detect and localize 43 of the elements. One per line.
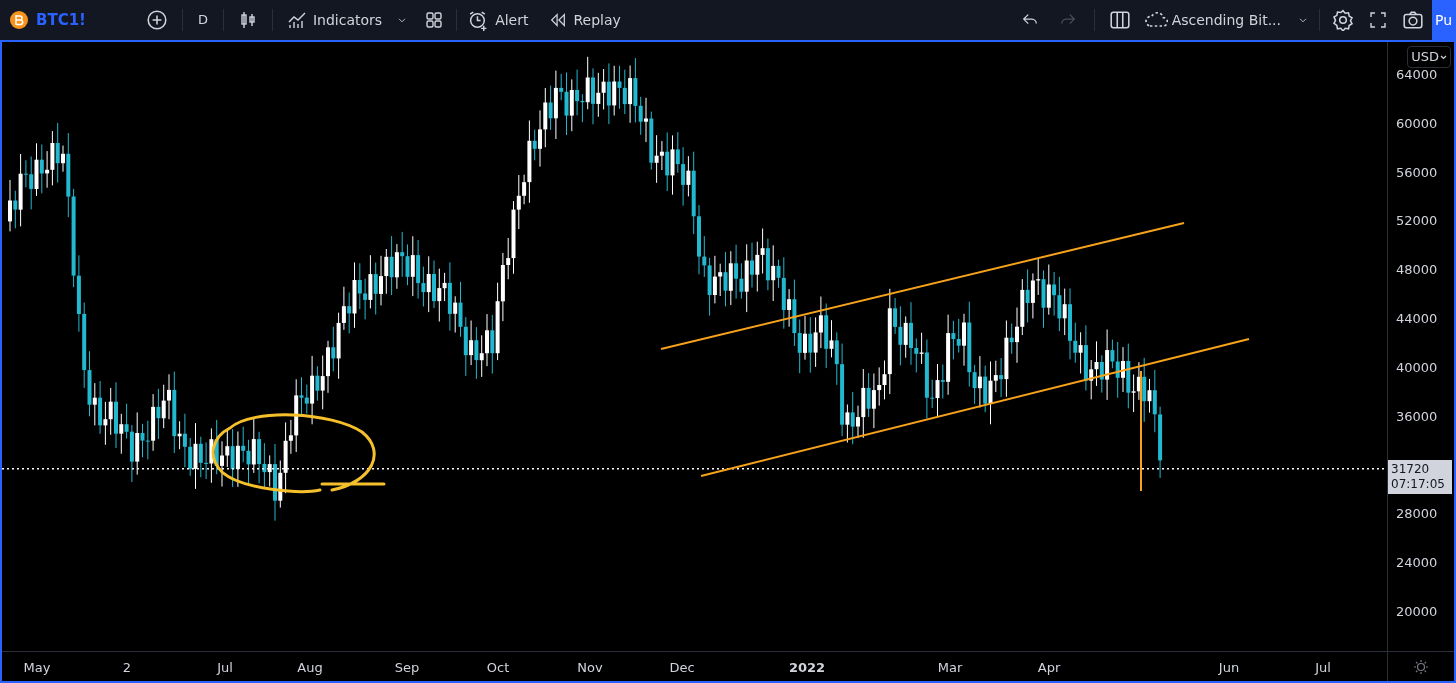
time-label: Oct [486, 659, 510, 677]
price-label: 64000 [1396, 68, 1438, 81]
time-label: 2022 [788, 659, 826, 677]
publish-button[interactable]: Pu [1432, 0, 1456, 40]
time-label: 2 [122, 659, 132, 677]
time-label: Jul [217, 659, 233, 677]
time-label: Jul [1315, 659, 1331, 677]
currency-button[interactable]: USD [1407, 46, 1451, 68]
time-label: May [23, 659, 51, 677]
price-label: 28000 [1396, 507, 1438, 521]
price-label: 36000 [1396, 409, 1438, 423]
add-icon[interactable] [145, 9, 168, 31]
interval-button[interactable]: D [182, 10, 223, 30]
price-label: 40000 [1396, 360, 1438, 374]
time-label: Aug [297, 659, 323, 677]
price-label: 24000 [1396, 556, 1438, 569]
countdown-timer: 07:17:05 [1391, 476, 1445, 492]
coin-icon [10, 11, 28, 29]
time-label: Dec [669, 659, 695, 677]
caret-icon [1440, 54, 1447, 60]
time-label: Sep [394, 659, 420, 677]
price-label: 60000 [1396, 116, 1438, 130]
grid-icon[interactable] [424, 10, 445, 30]
last-price: 31720 [1391, 461, 1430, 477]
replay-button[interactable]: Replay [549, 9, 621, 31]
alert-button[interactable]: Alert [468, 9, 529, 31]
time-label: Apr [1037, 659, 1061, 677]
layout-name-button[interactable]: Ascending Bit... [1143, 8, 1281, 32]
time-label: Jun [1218, 659, 1240, 677]
fullscreen-icon[interactable] [1368, 10, 1388, 30]
price-label: 20000 [1396, 604, 1438, 618]
price-label: 48000 [1396, 263, 1438, 277]
price-label: 44000 [1396, 312, 1438, 325]
chart-growth-icon[interactable] [286, 10, 307, 30]
rewind-icon[interactable] [549, 11, 568, 29]
camera-icon[interactable] [1402, 9, 1424, 31]
symbol-button[interactable]: BTC1! [36, 8, 86, 32]
time-label: Mar [937, 659, 963, 677]
price-label: 52000 [1396, 214, 1438, 228]
time-label: Nov [577, 659, 603, 677]
columns-icon[interactable] [1108, 9, 1131, 31]
indicators-button[interactable]: Indicators [272, 9, 383, 31]
price-label: 56000 [1396, 165, 1438, 179]
